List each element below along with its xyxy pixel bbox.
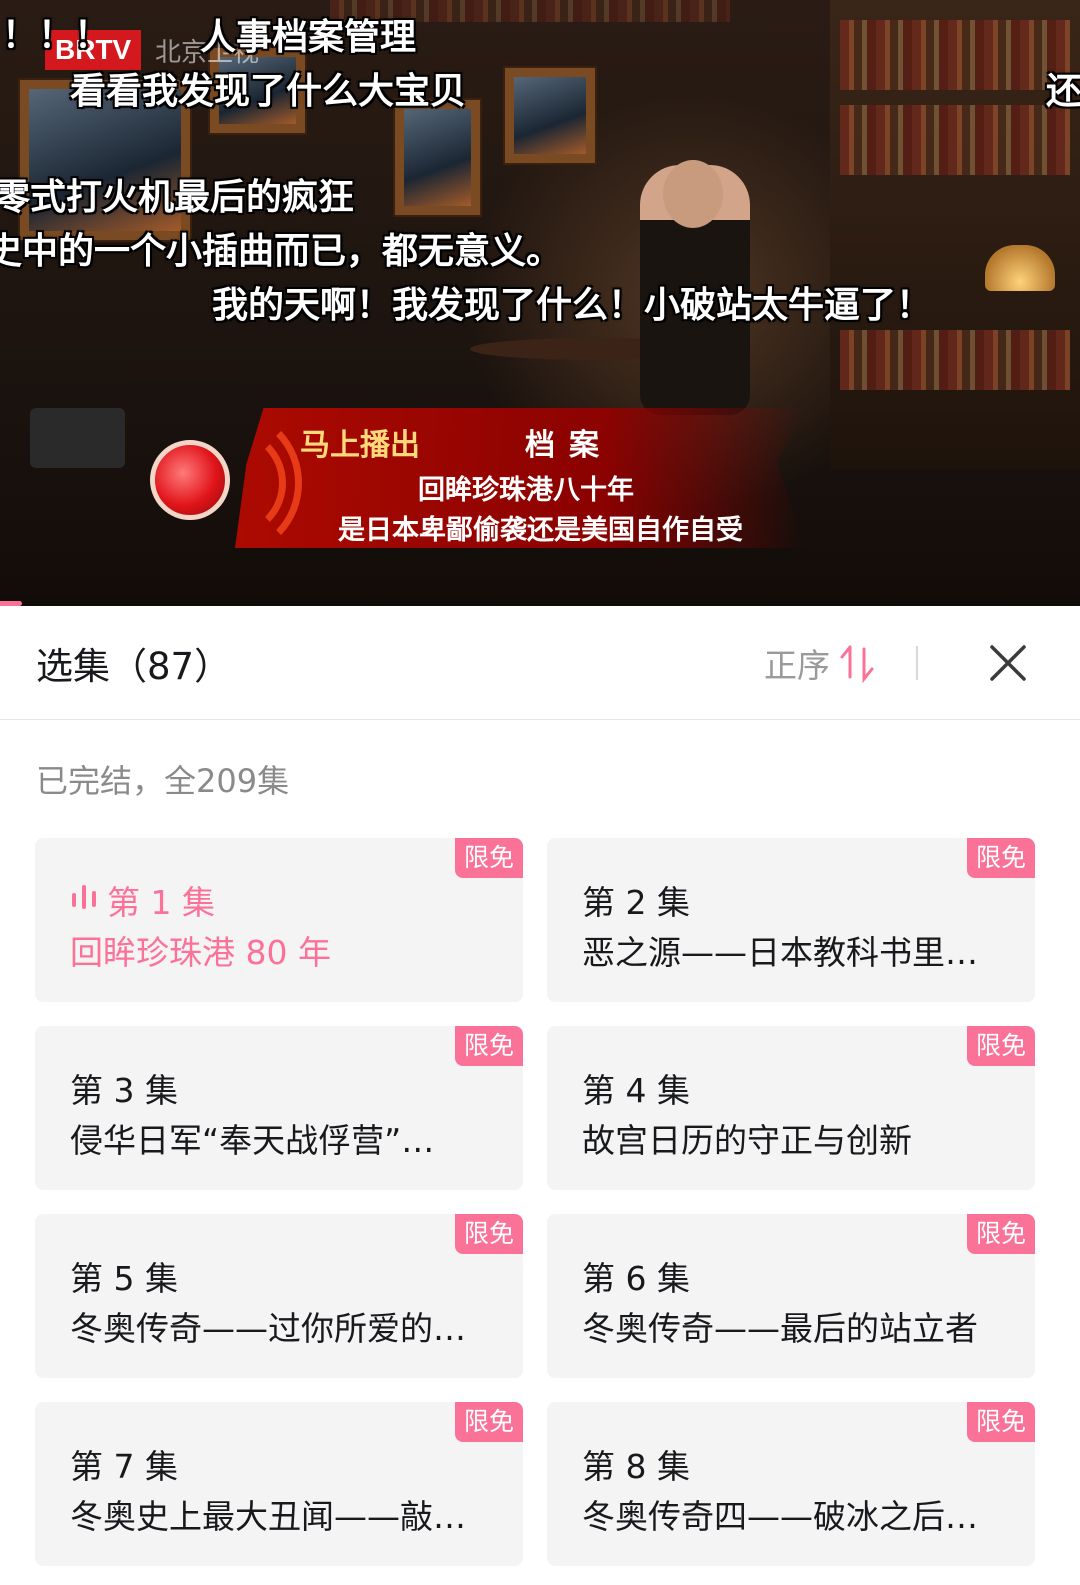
banner-upcoming-label: 马上播出: [300, 428, 420, 463]
episode-card-4[interactable]: 限免 第 4 集 故宫日历的守正与创新: [547, 1026, 1035, 1190]
episode-number: 第 6 集: [582, 1259, 690, 1298]
free-badge: 限免: [967, 838, 1035, 878]
free-badge: 限免: [967, 1214, 1035, 1254]
banner-episode-line1: 回眸珍珠港八十年: [418, 475, 634, 506]
episode-number: 第 3 集: [70, 1071, 178, 1110]
books-row: [840, 330, 1070, 390]
episode-number: 第 2 集: [582, 883, 690, 922]
host-head: [663, 160, 723, 228]
free-badge: 限免: [455, 1402, 523, 1442]
danmaku-comment: 人事档案管理: [200, 17, 417, 58]
free-badge: 限免: [967, 1026, 1035, 1066]
free-badge: 限免: [455, 1214, 523, 1254]
episode-number: 第 7 集: [70, 1447, 178, 1486]
wall-painting: [505, 68, 595, 163]
series-status-summary: 已完结，全209集: [36, 762, 290, 800]
episode-title: 侵华日军“奉天战俘营”…: [70, 1121, 435, 1160]
books-row: [840, 105, 1070, 175]
episode-title: 回眸珍珠港 80 年: [70, 933, 331, 972]
danmaku-comment: 我的天啊！我发现了什么！小破站太牛逼了！: [212, 285, 933, 326]
danmaku-comment: ！！！: [2, 15, 111, 56]
banner-logo-icon: [150, 440, 230, 520]
wall-painting: [395, 100, 480, 215]
episode-number: 第 5 集: [70, 1259, 178, 1298]
episode-card-3[interactable]: 限免 第 3 集 侵华日军“奉天战俘营”…: [35, 1026, 523, 1190]
episode-title: 冬奥传奇——最后的站立者: [582, 1309, 978, 1348]
sort-order-icon: [840, 645, 874, 683]
episode-card-5[interactable]: 限免 第 5 集 冬奥传奇——过你所爱的…: [35, 1214, 523, 1378]
episode-card-1[interactable]: 限免 第 1 集 回眸珍珠港 80 年: [35, 838, 523, 1002]
free-badge: 限免: [967, 1402, 1035, 1442]
books-row: [840, 20, 1070, 90]
episode-title: 冬奥传奇四——破冰之后…: [582, 1497, 978, 1536]
episode-card-6[interactable]: 限免 第 6 集 冬奥传奇——最后的站立者: [547, 1214, 1035, 1378]
camera-prop: [30, 408, 125, 468]
close-icon[interactable]: [985, 640, 1031, 686]
danmaku-comment: 还: [1046, 71, 1080, 112]
panel-header: 选集（87） 正序: [0, 606, 1080, 720]
danmaku-comment: 零式打火机最后的疯狂: [0, 177, 355, 218]
episode-title: 恶之源——日本教科书里…: [582, 933, 978, 972]
episode-card-2[interactable]: 限免 第 2 集 恶之源——日本教科书里…: [547, 838, 1035, 1002]
danmaku-comment: 看看我发现了什么大宝贝: [70, 71, 467, 112]
banner-program-name: 档案: [525, 428, 613, 463]
header-divider: [916, 646, 918, 680]
free-badge: 限免: [455, 1026, 523, 1066]
episode-title: 冬奥传奇——过你所爱的…: [70, 1309, 466, 1348]
episode-number: 第 8 集: [582, 1447, 690, 1486]
free-badge: 限免: [455, 838, 523, 878]
episode-number: 第 1 集: [107, 883, 215, 922]
episode-card-7[interactable]: 限免 第 7 集 冬奥史上最大丑闻——敲…: [35, 1402, 523, 1566]
episode-card-8[interactable]: 限免 第 8 集 冬奥传奇四——破冰之后…: [547, 1402, 1035, 1566]
banner-episode-line2: 是日本卑鄙偷袭还是美国自作自受: [338, 515, 743, 546]
episode-number: 第 4 集: [582, 1071, 690, 1110]
lamp: [985, 245, 1055, 291]
video-player[interactable]: BRTV 北京卫视 ！！！ 人事档案管理 看看我发现了什么大宝贝 还 零式打火机…: [0, 0, 1080, 612]
episode-title: 故宫日历的守正与创新: [582, 1121, 912, 1160]
danmaku-comment: 史中的一个小插曲而已，都无意义。: [0, 231, 563, 272]
panel-title: 选集（87）: [36, 645, 232, 688]
episode-panel: 选集（87） 正序 已完结，全209集 限免 第 1 集 回眸珍珠港 80 年: [0, 606, 1080, 1585]
sort-order-label: 正序: [764, 646, 830, 685]
sort-order-button[interactable]: 正序: [764, 640, 878, 686]
now-playing-icon: [72, 885, 96, 909]
episode-title: 冬奥史上最大丑闻——敲…: [70, 1497, 466, 1536]
